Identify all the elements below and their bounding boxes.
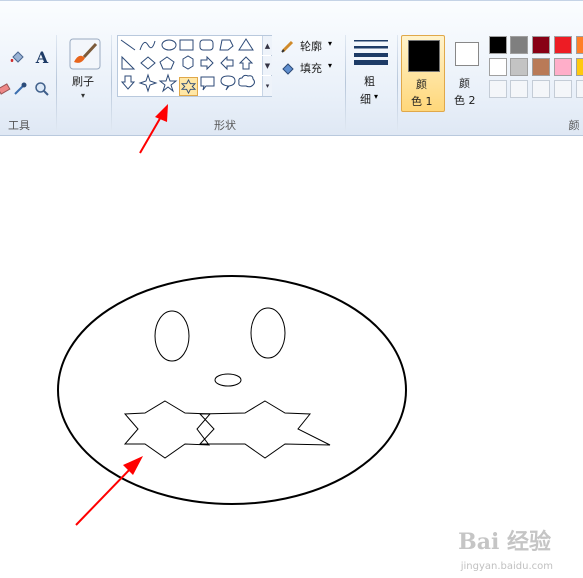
magnifier-icon[interactable]	[32, 79, 52, 99]
chevron-down-icon: ▾	[328, 61, 333, 70]
palette-swatch[interactable]	[576, 36, 583, 54]
chevron-down-icon: ▾	[374, 92, 379, 101]
face-outline	[57, 275, 407, 505]
star-6-point-shape-button[interactable]	[179, 77, 198, 96]
up-arrow-shape-icon	[238, 56, 254, 70]
shapes-group-label: 形状	[214, 119, 236, 132]
fill-button[interactable]: 填充 ▾	[280, 59, 340, 77]
fill-label: 填充	[300, 62, 322, 75]
star-5-point-shape-icon	[158, 73, 178, 93]
palette-swatch-empty[interactable]	[510, 80, 528, 98]
star-6-point-icon	[181, 79, 196, 94]
palette-swatch[interactable]	[554, 36, 572, 54]
palette-swatch[interactable]	[489, 36, 507, 54]
palette-swatch-empty[interactable]	[532, 80, 550, 98]
size-button[interactable]: 粗 细 ▾	[352, 35, 392, 111]
palette-swatch[interactable]	[489, 58, 507, 76]
color1-label-line2: 色 1	[411, 95, 433, 108]
shapes-gallery[interactable]	[117, 35, 272, 97]
gallery-scroll-up[interactable]: ▲	[262, 36, 272, 55]
fill-icon	[282, 63, 294, 75]
separator	[56, 35, 57, 131]
separator	[397, 35, 398, 131]
pentagon-shape-icon	[159, 56, 175, 70]
fill-bucket-icon[interactable]	[8, 47, 28, 67]
gallery-expand[interactable]: ▾	[262, 76, 272, 96]
watermark-url: jingyan.baidu.com	[460, 561, 553, 572]
colors-group-label: 颜	[568, 119, 580, 132]
line-shape-icon	[120, 39, 136, 51]
outline-label: 轮廓	[300, 40, 322, 53]
palette-swatch[interactable]	[510, 58, 528, 76]
diamond-shape-icon	[140, 56, 156, 70]
size-label-line1: 粗	[364, 75, 375, 88]
polygon-shape-icon	[219, 39, 234, 51]
palette-swatch[interactable]	[554, 58, 572, 76]
color-picker-icon[interactable]	[10, 79, 30, 99]
palette-swatch[interactable]	[532, 58, 550, 76]
palette-swatch[interactable]	[532, 36, 550, 54]
palette-swatch-empty[interactable]	[554, 80, 572, 98]
mouth-star-right	[198, 400, 331, 459]
color2-button[interactable]: 颜 色 2	[446, 35, 490, 112]
chevron-down-icon: ▾	[81, 91, 86, 100]
palette-swatch[interactable]	[576, 58, 583, 76]
brush-button[interactable]: 刷子 ▾	[64, 35, 106, 105]
drawing-canvas[interactable]: Bai 经验 jingyan.baidu.com	[0, 137, 583, 574]
chevron-down-icon: ▾	[328, 39, 333, 48]
brush-icon	[69, 38, 101, 70]
right-triangle-shape-icon	[121, 55, 136, 70]
tools-group-label: 工具	[8, 119, 30, 132]
palette-swatch-empty[interactable]	[489, 80, 507, 98]
right-eye	[250, 307, 286, 359]
palette-swatch-empty[interactable]	[576, 80, 583, 98]
palette-swatch[interactable]	[510, 36, 528, 54]
canvas-drawing	[57, 275, 407, 505]
color2-swatch	[455, 42, 479, 66]
color2-label-line2: 色 2	[454, 94, 476, 107]
color1-button[interactable]: 颜 色 1	[401, 35, 445, 112]
color1-swatch	[408, 40, 440, 72]
watermark-brand: Bai 经验	[458, 529, 551, 555]
right-arrow-shape-icon	[200, 55, 214, 71]
separator	[345, 35, 346, 131]
oval-shape-icon	[161, 39, 177, 51]
color1-label-line1: 颜	[416, 78, 427, 91]
outline-button[interactable]: 轮廓 ▾	[280, 37, 340, 55]
color2-label-line1: 颜	[459, 77, 470, 90]
ribbon: A 工具 刷子 ▾ ▲ ▼ ▾ 轮廓 ▾ 填充 ▾ 形状 粗 细 ▾ 颜 色 1…	[0, 0, 583, 136]
star-4-point-shape-icon	[138, 73, 158, 93]
brush-label: 刷子	[72, 75, 94, 88]
mouth-star-left	[123, 400, 212, 459]
rounded-rectangle-shape-icon	[199, 39, 214, 51]
pencil-icon	[281, 40, 294, 53]
line-width-icon	[354, 40, 388, 65]
triangle-shape-icon	[238, 38, 254, 51]
separator	[111, 35, 112, 131]
rectangle-shape-icon	[179, 39, 194, 51]
gallery-scroll-down[interactable]: ▼	[262, 56, 272, 75]
nose	[214, 373, 242, 387]
hexagon-shape-icon	[182, 55, 194, 70]
text-tool-icon[interactable]: A	[32, 47, 52, 67]
down-arrow-shape-icon	[120, 75, 136, 90]
size-label-line2: 细	[360, 93, 371, 106]
left-eye	[154, 310, 190, 362]
left-arrow-shape-icon	[220, 55, 234, 71]
curve-shape-icon	[139, 40, 156, 51]
